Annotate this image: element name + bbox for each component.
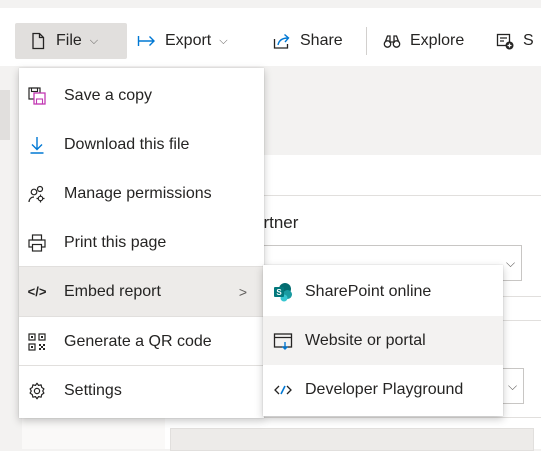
submenu-item-label: Developer Playground (305, 380, 464, 398)
menu-item-qr-code[interactable]: Generate a QR code (19, 317, 264, 366)
export-button[interactable]: Export ⌵ (137, 23, 228, 59)
share-label: Share (300, 32, 343, 49)
toolbar: File ⌵ Export ⌵ Share Explore S (0, 0, 541, 66)
save-copy-icon (28, 86, 46, 105)
chevron-down-icon: ⌵ (89, 34, 99, 47)
file-label: File (56, 32, 82, 49)
toolbar-divider (366, 27, 367, 55)
menu-item-label: Download this file (64, 135, 190, 153)
qr-code-icon (28, 332, 46, 351)
subscribe-icon (495, 31, 515, 51)
embed-code-icon: </> (27, 284, 47, 299)
gear-icon (28, 382, 46, 400)
menu-item-print[interactable]: Print this page (19, 218, 264, 267)
embed-report-submenu: S SharePoint online Website or portal De… (263, 265, 503, 416)
sharepoint-icon: S (273, 282, 293, 302)
svg-text:S: S (276, 288, 282, 297)
share-button[interactable]: Share (272, 23, 343, 59)
explore-button[interactable]: Explore (382, 23, 464, 59)
file-menu: Save a copy Download this file Manage pe… (19, 68, 264, 418)
menu-item-label: Settings (64, 381, 122, 399)
menu-item-save-copy[interactable]: Save a copy (19, 71, 264, 120)
menu-item-label: Save a copy (64, 86, 153, 104)
chevron-down-icon: ⌵ (219, 34, 228, 47)
download-icon (28, 136, 46, 154)
chevron-down-icon: ⌵ (508, 379, 518, 393)
file-menu-button[interactable]: File ⌵ (15, 23, 127, 59)
submenu-item-sharepoint[interactable]: S SharePoint online (263, 267, 503, 316)
website-icon (273, 331, 293, 351)
document-icon (28, 31, 48, 51)
menu-item-label: Print this page (64, 233, 167, 251)
subscribe-label-partial: S (523, 32, 534, 49)
menu-item-label: Manage permissions (64, 184, 212, 202)
menu-item-label: Generate a QR code (64, 332, 212, 350)
submenu-item-label: SharePoint online (305, 282, 432, 300)
share-icon (272, 31, 292, 51)
export-label: Export (165, 32, 212, 49)
subscribe-button[interactable]: S (495, 23, 534, 59)
print-icon (28, 233, 46, 252)
binoculars-icon (382, 31, 402, 51)
explore-label: Explore (410, 32, 465, 49)
menu-item-download[interactable]: Download this file (19, 120, 264, 169)
menu-item-settings[interactable]: Settings (19, 366, 264, 415)
developer-icon (273, 380, 293, 400)
chevron-down-icon: ⌵ (506, 256, 516, 270)
visual-strip (170, 428, 534, 451)
submenu-item-label: Website or portal (305, 331, 426, 349)
menu-item-label: Embed report (64, 282, 161, 300)
menu-item-embed-report[interactable]: </> Embed report > (19, 267, 264, 316)
chevron-right-icon: > (238, 283, 247, 300)
submenu-item-developer-playground[interactable]: Developer Playground (263, 365, 503, 414)
menu-item-manage-permissions[interactable]: Manage permissions (19, 169, 264, 218)
submenu-item-website[interactable]: Website or portal (263, 316, 503, 365)
pane-edge (0, 90, 10, 140)
manage-permissions-icon (28, 185, 46, 203)
export-arrow-icon (137, 31, 157, 51)
